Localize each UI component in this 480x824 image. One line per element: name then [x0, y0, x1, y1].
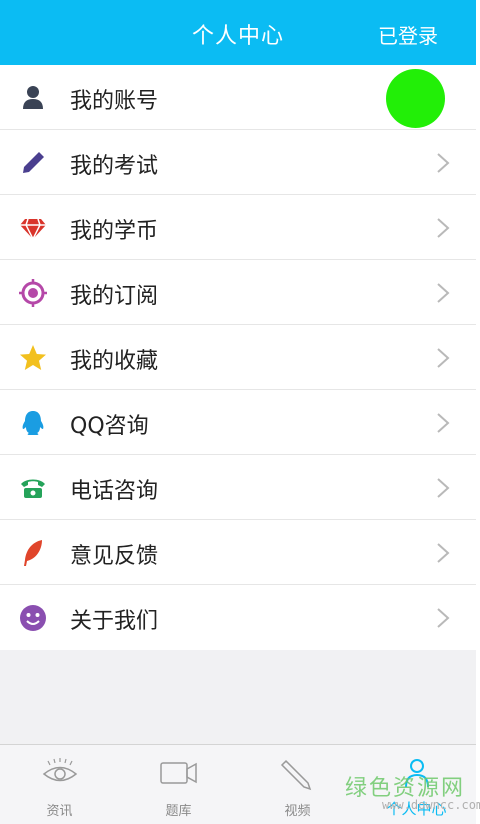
menu-item-label: 我的收藏	[70, 349, 159, 374]
tab-label: 个人中心	[386, 800, 447, 818]
chevron-right-icon	[434, 217, 452, 239]
target-icon	[18, 278, 48, 308]
person-icon	[402, 757, 432, 793]
pencil-icon	[18, 148, 48, 178]
screen-edge	[476, 0, 480, 823]
chevron-right-icon	[434, 152, 452, 174]
tab-label: 资讯	[46, 804, 73, 819]
pencil-outline-icon	[280, 757, 316, 795]
menu-item-label: 我的订阅	[70, 284, 159, 309]
menu-item-phone[interactable]: 电话咨询	[0, 455, 476, 520]
tab-question-bank[interactable]: 题库	[119, 745, 238, 824]
menu-list: 我的账号 我的考试 我的学币 我的订阅 我的收藏 QQ咨询 电话咨询 意见反馈 …	[0, 65, 476, 650]
menu-item-coins[interactable]: 我的学币	[0, 195, 476, 260]
menu-item-qq[interactable]: QQ咨询	[0, 390, 476, 455]
feather-icon	[18, 538, 48, 568]
qq-penguin-icon	[18, 408, 48, 438]
diamond-icon	[18, 213, 48, 243]
tab-video[interactable]: 视频	[238, 745, 357, 824]
star-icon	[18, 343, 48, 373]
tab-news[interactable]: 资讯	[0, 745, 119, 824]
phone-icon	[18, 473, 48, 503]
menu-item-label: 我的学币	[70, 219, 159, 244]
bottom-tab-bar: 资讯 题库 视频 个人中心	[0, 744, 476, 824]
tab-label: 视频	[284, 804, 311, 819]
menu-item-label: QQ咨询	[70, 414, 149, 439]
eye-icon	[42, 757, 78, 791]
menu-item-label: 关于我们	[70, 609, 159, 634]
chevron-right-icon	[434, 282, 452, 304]
menu-item-about[interactable]: 关于我们	[0, 585, 476, 650]
tab-profile[interactable]: 个人中心	[357, 745, 476, 824]
login-status[interactable]: 已登录	[378, 20, 438, 49]
menu-item-label: 我的账号	[70, 89, 159, 114]
smiley-icon	[18, 603, 48, 633]
menu-item-label: 意见反馈	[70, 544, 159, 569]
video-camera-icon	[159, 757, 199, 791]
chevron-right-icon	[434, 347, 452, 369]
menu-item-favorites[interactable]: 我的收藏	[0, 325, 476, 390]
chevron-right-icon	[434, 607, 452, 629]
menu-item-exam[interactable]: 我的考试	[0, 130, 476, 195]
chevron-right-icon	[434, 542, 452, 564]
user-icon	[18, 83, 48, 113]
chevron-right-icon	[434, 412, 452, 434]
menu-item-subscription[interactable]: 我的订阅	[0, 260, 476, 325]
menu-item-feedback[interactable]: 意见反馈	[0, 520, 476, 585]
floating-green-dot[interactable]	[386, 69, 445, 128]
menu-item-label: 电话咨询	[70, 479, 159, 504]
chevron-right-icon	[434, 477, 452, 499]
menu-item-label: 我的考试	[70, 154, 159, 179]
header-bar: 个人中心 已登录	[0, 0, 476, 65]
tab-label: 题库	[165, 804, 192, 819]
